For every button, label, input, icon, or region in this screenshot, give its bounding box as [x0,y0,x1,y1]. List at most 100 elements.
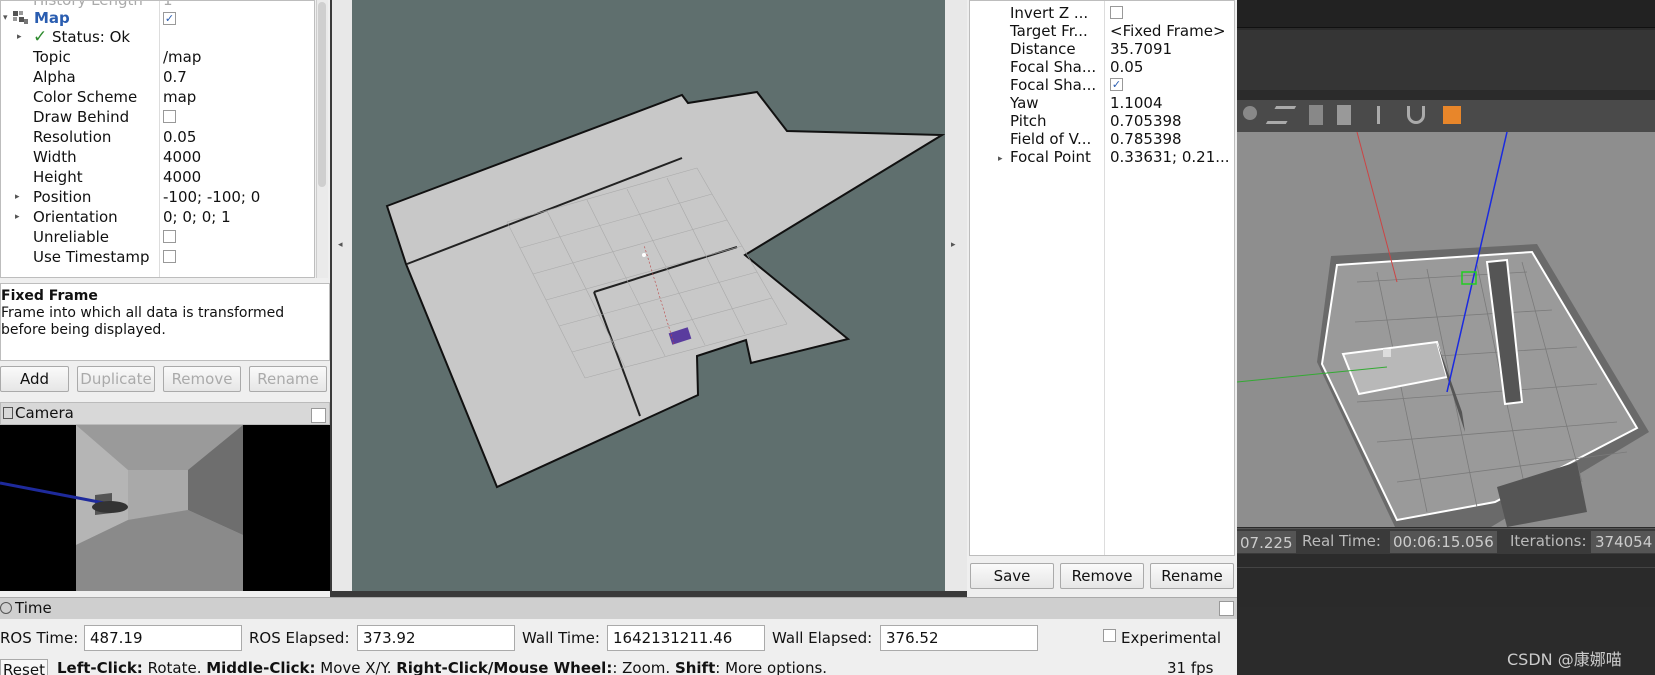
description-line: Frame into which all data is transformed [1,305,285,321]
rviz-3d-viewport[interactable] [352,0,945,591]
property-name: Height [33,168,83,186]
experimental-checkbox[interactable] [1103,629,1116,642]
hint-bold: Middle-Click: [206,659,316,675]
view-property-value[interactable]: 0.05 [1110,58,1143,76]
remove-view-button[interactable]: Remove [1060,563,1144,589]
expand-arrow-icon[interactable]: ▸ [17,27,22,47]
expand-arrow-icon[interactable]: ▸ [15,207,20,227]
ros-elapsed-field[interactable]: 373.92 [357,625,515,651]
property-row[interactable]: Unreliable [1,227,314,247]
expand-arrow-icon[interactable]: ▾ [3,8,8,28]
gazebo-scene[interactable] [1237,132,1655,527]
view-property-value[interactable]: 1.1004 [1110,94,1163,112]
view-property-value[interactable]: 0.705398 [1110,112,1182,130]
view-property-value[interactable]: 35.7091 [1110,40,1172,58]
property-row[interactable]: Color Scheme map [1,87,314,107]
occupancy-map-render [385,90,945,489]
camera-title: Camera [15,404,74,422]
rename-button[interactable]: Rename [249,366,327,392]
real-time-value: 00:06:15.056 [1390,531,1497,553]
copy-icon[interactable] [1309,105,1323,125]
ros-time-field[interactable]: 487.19 [84,625,242,651]
property-checkbox[interactable] [163,227,176,247]
property-value[interactable]: /map [163,47,201,67]
align-icon[interactable] [1377,106,1393,124]
property-value[interactable]: 0.05 [163,127,196,147]
gazebo-window: 07.225 Real Time: 00:06:15.056 Iteration… [1237,0,1655,675]
property-name: Width [33,148,77,166]
description-title: Fixed Frame [1,288,98,304]
gazebo-header [1237,30,1655,90]
light-icon[interactable] [1243,106,1257,120]
property-name: Resolution [33,128,112,146]
status-label: Status: Ok [52,28,131,46]
view-property-name: Focal Point [1010,148,1091,166]
property-row[interactable]: Width 4000 [1,147,314,167]
property-value[interactable]: 4000 [163,167,201,187]
map-display-row[interactable]: ▾ Map ✓ [1,8,314,29]
property-row[interactable]: Alpha 0.7 [1,67,314,87]
view-property-checkbox[interactable] [1110,4,1123,22]
lines-icon[interactable] [1265,106,1297,124]
view-property-name: Yaw [1010,94,1039,112]
property-row[interactable]: ▸ Position -100; -100; 0 [1,187,314,207]
view-property-value[interactable]: <Fixed Frame> [1110,22,1226,40]
hint-text: : Zoom. [612,659,675,675]
remove-button[interactable]: Remove [163,366,241,392]
property-row[interactable]: Resolution 0.05 [1,127,314,147]
expand-arrow-icon[interactable]: ▸ [15,187,20,207]
reset-button[interactable]: Reset [0,659,48,675]
time-bar: ROS Time: 487.19 ROS Elapsed: 373.92 Wal… [0,619,1237,657]
gazebo-stats-bar: 07.225 Real Time: 00:06:15.056 Iteration… [1237,528,1655,554]
maze-render [1237,132,1649,527]
property-row[interactable]: Draw Behind [1,107,314,127]
right-splitter[interactable]: ▸ [945,0,967,591]
property-checkbox[interactable] [163,107,176,127]
time-float-checkbox[interactable] [1219,601,1234,616]
camera-float-checkbox[interactable] [311,408,326,423]
view-property-value[interactable]: 0.33631; 0.21... [1110,148,1230,166]
property-value[interactable]: 0; 0; 0; 1 [163,207,231,227]
property-value[interactable]: map [163,87,196,107]
property-row[interactable]: Use Timestamp [1,247,314,267]
view-property-name: Focal Sha... [1010,76,1097,94]
map-icon [13,11,28,24]
collapse-right-icon[interactable]: ▸ [951,240,956,250]
map-floor [385,90,945,489]
magnet-icon[interactable] [1407,106,1425,124]
property-name: Unreliable [33,228,109,246]
duplicate-button[interactable]: Duplicate [77,366,155,392]
hint-text: Rotate. [142,659,207,675]
wall-time-field[interactable]: 1642131211.46 [607,625,765,651]
map-display-label: Map [34,9,70,27]
property-name: Use Timestamp [33,248,150,266]
rename-view-button[interactable]: Rename [1150,563,1234,589]
property-name: Color Scheme [33,88,138,106]
ros-time-label: ROS Time: [0,629,79,647]
save-button[interactable]: Save [970,563,1054,589]
collapse-icon[interactable] [0,602,12,614]
view-property-checkbox[interactable]: ✓ [1110,76,1123,94]
map-enabled-checkbox[interactable]: ✓ [163,9,176,29]
view-properties: Invert Z ... Target Fr... <Fixed Frame> Dis… [969,0,1235,556]
property-value[interactable]: -100; -100; 0 [163,187,260,207]
property-value[interactable]: 4000 [163,147,201,167]
status-bar: Reset Left-Click: Rotate. Middle-Click: … [0,657,1237,675]
view-property-name: Target Fr... [1010,22,1088,40]
collapse-left-icon[interactable]: ◂ [338,240,343,250]
view-property-value[interactable]: 0.785398 [1110,130,1182,148]
scrollbar-thumb[interactable] [318,2,326,187]
add-button[interactable]: Add [0,366,69,392]
property-row[interactable]: ▸ Orientation 0; 0; 0; 1 [1,207,314,227]
orange-box-icon[interactable] [1443,106,1461,124]
property-checkbox[interactable] [163,247,176,267]
wall-elapsed-field[interactable]: 376.52 [880,625,1038,651]
column-separator [1104,1,1105,555]
left-splitter[interactable]: ◂ [332,0,352,591]
property-row[interactable]: Height 4000 [1,167,314,187]
paste-icon[interactable] [1337,105,1351,125]
expand-arrow-icon[interactable]: ▸ [998,154,1003,164]
property-value[interactable]: 0.7 [163,67,187,87]
status-row[interactable]: ▸ ✓ Status: Ok [1,27,314,47]
property-row[interactable]: Topic/map [1,47,314,67]
